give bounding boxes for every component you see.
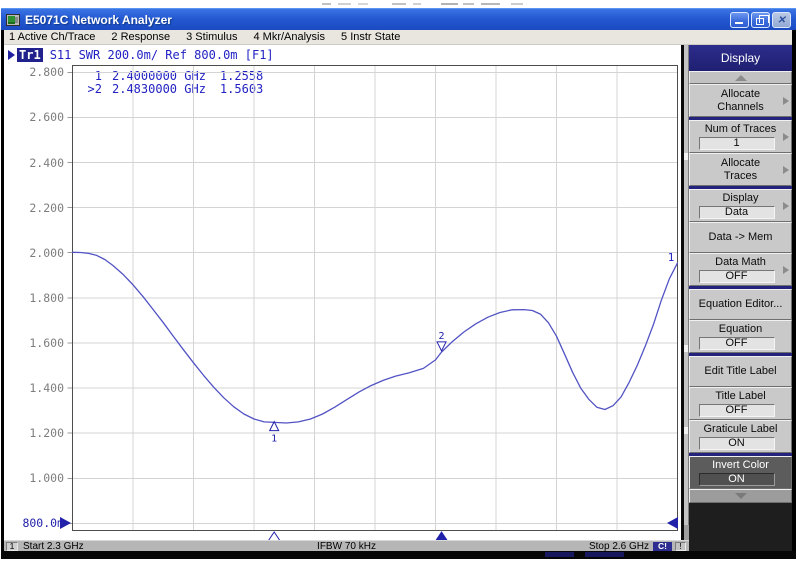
close-button[interactable]: ✕: [772, 12, 791, 28]
softkey-value: 1: [699, 137, 775, 150]
cal-status-badge: C!: [653, 542, 672, 551]
softkey-edit-title-label[interactable]: Edit Title Label: [689, 356, 792, 387]
softkey-graticule-label[interactable]: Graticule LabelON: [689, 420, 792, 453]
restore-button[interactable]: [751, 12, 770, 28]
arrow-down-icon: [735, 493, 747, 499]
softkey-allocate-traces[interactable]: AllocateTraces: [689, 153, 792, 186]
marker-1-label: 1: [271, 434, 277, 445]
softkey-scroll-down-button[interactable]: [689, 489, 792, 503]
softkey-label: Equation: [719, 323, 762, 336]
y-tick-label: 1.000: [18, 471, 64, 485]
menu-item-5[interactable]: 5 Instr State: [333, 31, 408, 43]
close-icon: ✕: [773, 14, 790, 27]
y-tick-label: 1.400: [18, 381, 64, 395]
softkey-label: Title Label: [715, 390, 765, 403]
trace-parameters: S11 SWR 200.0m/ Ref 800.0m [F1]: [50, 48, 274, 62]
softkey-label: Equation Editor...: [699, 298, 783, 311]
softkey-label: Edit Title Label: [704, 365, 776, 378]
bottom-status-strip: [1, 551, 796, 559]
y-tick-label: 2.200: [18, 201, 64, 215]
softkey-sidebar: Display AllocateChannelsNum of Traces1Al…: [684, 45, 792, 551]
softkey-label: Data -> Mem: [709, 231, 773, 244]
y-tick-label: 2.400: [18, 156, 64, 170]
softkey-scroll-up-button[interactable]: [689, 71, 792, 84]
menu-item-3[interactable]: 3 Stimulus: [178, 31, 245, 43]
menu-item-2[interactable]: 2 Response: [103, 31, 178, 43]
softkey-label: Allocate: [721, 88, 760, 101]
softkey-value: ON: [699, 437, 775, 450]
menu-item-4[interactable]: 4 Mkr/Analysis: [245, 31, 333, 43]
reference-level-arrow-left: [60, 517, 71, 529]
marker-2-label: 2: [439, 331, 445, 342]
softkey-data-math[interactable]: Data MathOFF: [689, 253, 792, 286]
channel-flag: !: [675, 542, 686, 551]
y-tick-label: 1.200: [18, 426, 64, 440]
softkey-label: Num of Traces: [705, 123, 777, 136]
softkey-display[interactable]: DisplayData: [689, 189, 792, 222]
page: E5071C Network Analyzer ✕ 1 Active Ch/Tr…: [0, 0, 800, 567]
menu-bar: 1 Active Ch/Trace2 Response3 Stimulus4 M…: [1, 30, 796, 45]
submenu-arrow-icon: [783, 266, 789, 274]
minimize-button[interactable]: [730, 12, 749, 28]
arrow-up-icon: [735, 75, 747, 81]
softkey-invert-color[interactable]: Invert ColorON: [689, 456, 792, 489]
softkey-value: OFF: [699, 404, 775, 417]
softkey-label: Data Math: [715, 256, 766, 269]
submenu-arrow-icon: [783, 133, 789, 141]
softkey-label: Allocate: [721, 157, 760, 170]
y-tick-label: 1.800: [18, 291, 64, 305]
softkey-equation-editor[interactable]: Equation Editor...: [689, 289, 792, 320]
y-tick-label: 800.0m: [18, 516, 64, 530]
submenu-arrow-icon: [783, 97, 789, 105]
start-frequency-label: Start 2.3 GHz: [23, 541, 84, 552]
softkey-label: Graticule Label: [704, 423, 778, 436]
softkey-value: ON: [699, 473, 775, 486]
softkey-label: Traces: [724, 170, 757, 183]
softkey-label: Invert Color: [712, 459, 769, 472]
softkey-value: OFF: [699, 337, 775, 350]
restore-icon: [756, 18, 764, 25]
channel-status-bar: 1 IFBW 70 kHz Start 2.3 GHz Stop 2.6 GHz…: [4, 540, 689, 551]
y-axis-labels: 2.800 2.600 2.400 2.200 2.000 1.800 1.600 1.400…: [18, 0, 64, 567]
softkey-allocate-channels[interactable]: AllocateChannels: [689, 84, 792, 117]
cropped-text-artifact: [0, 0, 800, 8]
y-tick-label: 2.600: [18, 110, 64, 124]
sidebar-empty-area: [689, 503, 792, 551]
softkey-equation[interactable]: EquationOFF: [689, 320, 792, 353]
plot-area[interactable]: 1 2 1: [66, 65, 678, 543]
active-trace-icon: [8, 50, 15, 60]
y-tick-label: 1.600: [18, 336, 64, 350]
softkey-label: Channels: [717, 101, 763, 114]
submenu-arrow-icon: [783, 202, 789, 210]
softkey-label: Display: [722, 192, 758, 205]
window-controls: ✕: [730, 12, 791, 28]
minimize-icon: [735, 22, 743, 24]
y-tick-label: 2.000: [18, 246, 64, 260]
softkey-title-label[interactable]: Title LabelOFF: [689, 387, 792, 420]
window-titlebar[interactable]: E5071C Network Analyzer ✕: [1, 8, 796, 30]
window-frame-right: [792, 30, 796, 551]
softkey-menu-title: Display: [689, 45, 792, 71]
submenu-arrow-icon: [783, 166, 789, 174]
stop-frequency-label: Stop 2.6 GHz: [589, 541, 649, 552]
y-tick-label: 2.800: [18, 65, 64, 79]
ifbw-label: IFBW 70 kHz: [4, 541, 689, 552]
softkey-value: Data: [699, 206, 775, 219]
reference-level-arrow-right: [667, 517, 678, 529]
trace-end-number: 1: [668, 251, 675, 264]
softkey-value: OFF: [699, 270, 775, 283]
softkey-num-of-traces[interactable]: Num of Traces1: [689, 120, 792, 153]
softkey-data-to-mem[interactable]: Data -> Mem: [689, 222, 792, 253]
